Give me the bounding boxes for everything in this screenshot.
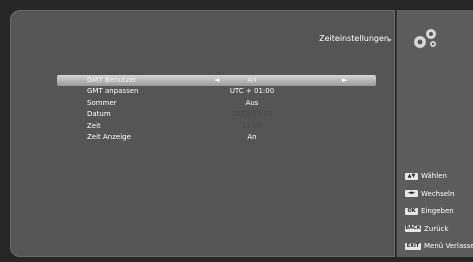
menu-row-value: An [247, 132, 257, 141]
menu-row-zeit-anzeige[interactable]: Zeit Anzeige An [57, 132, 376, 143]
page-title: Zeiteinstellungen [319, 34, 389, 43]
legend-label: Eingeben [421, 207, 454, 215]
screen: Zeiteinstellungen ▸ GMT Benutzer ◄ An ► … [0, 0, 473, 262]
menu-row-sommer[interactable]: Sommer Aus [57, 98, 376, 109]
menu-row-label: GMT Benutzer [87, 76, 137, 84]
right-arrow-icon[interactable]: ► [342, 75, 347, 86]
menu-row-label: Datum [87, 110, 111, 119]
legend-label: Zurück [424, 224, 449, 233]
legend-label: Wechseln [421, 189, 455, 198]
title-arrow-icon: ▸ [388, 35, 393, 44]
menu-row-zeit[interactable]: Zeit 12:00 [57, 121, 376, 132]
legend-item-zurueck: BACK Zurück [405, 224, 473, 235]
menu-row-label: Zeit Anzeige [87, 132, 131, 141]
menu-row-value: An [247, 76, 257, 84]
menu-row-value: 2013/07/23 [231, 110, 273, 119]
menu-row-value: UTC + 01:00 [229, 87, 275, 96]
legend-item-menu-verlassen: EXITMenü Verlassen [405, 241, 473, 252]
updown-key-icon: ▲▼ [405, 172, 418, 180]
back-key-icon: BACK [405, 225, 421, 232]
menu-row-label: Zeit [87, 121, 101, 130]
legend-item-wechseln: ◄► Wechseln [405, 189, 473, 200]
menu-row-label: GMT anpassen [87, 87, 139, 96]
menu-row-gmt-anpassen[interactable]: GMT anpassen UTC + 01:00 [57, 86, 376, 97]
menu-row-datum[interactable]: Datum 2013/07/23 [57, 109, 376, 120]
key-legend: ▲▼ Wählen ◄► Wechseln OK Eingeben BACK Zurüc… [405, 171, 473, 259]
legend-item-waehlen: ▲▼ Wählen [405, 171, 473, 182]
menu-row-value: 12:00 [241, 121, 263, 130]
ok-key-icon: OK [405, 207, 418, 215]
settings-menu: GMT Benutzer ◄ An ► GMT anpassen UTC + 0… [57, 75, 376, 143]
menu-row-value: Aus [245, 98, 259, 107]
legend-label: Menü Verlassen [424, 242, 473, 250]
leftright-key-icon: ◄► [405, 190, 418, 197]
menu-row-label: Sommer [87, 98, 117, 107]
legend-item-eingeben: OK Eingeben [405, 206, 473, 217]
exit-key-icon: EXIT [405, 242, 421, 250]
menu-row-gmt-benutzer[interactable]: GMT Benutzer ◄ An ► [57, 75, 376, 86]
legend-label: Wählen [421, 172, 447, 180]
gears-icon [413, 28, 437, 49]
